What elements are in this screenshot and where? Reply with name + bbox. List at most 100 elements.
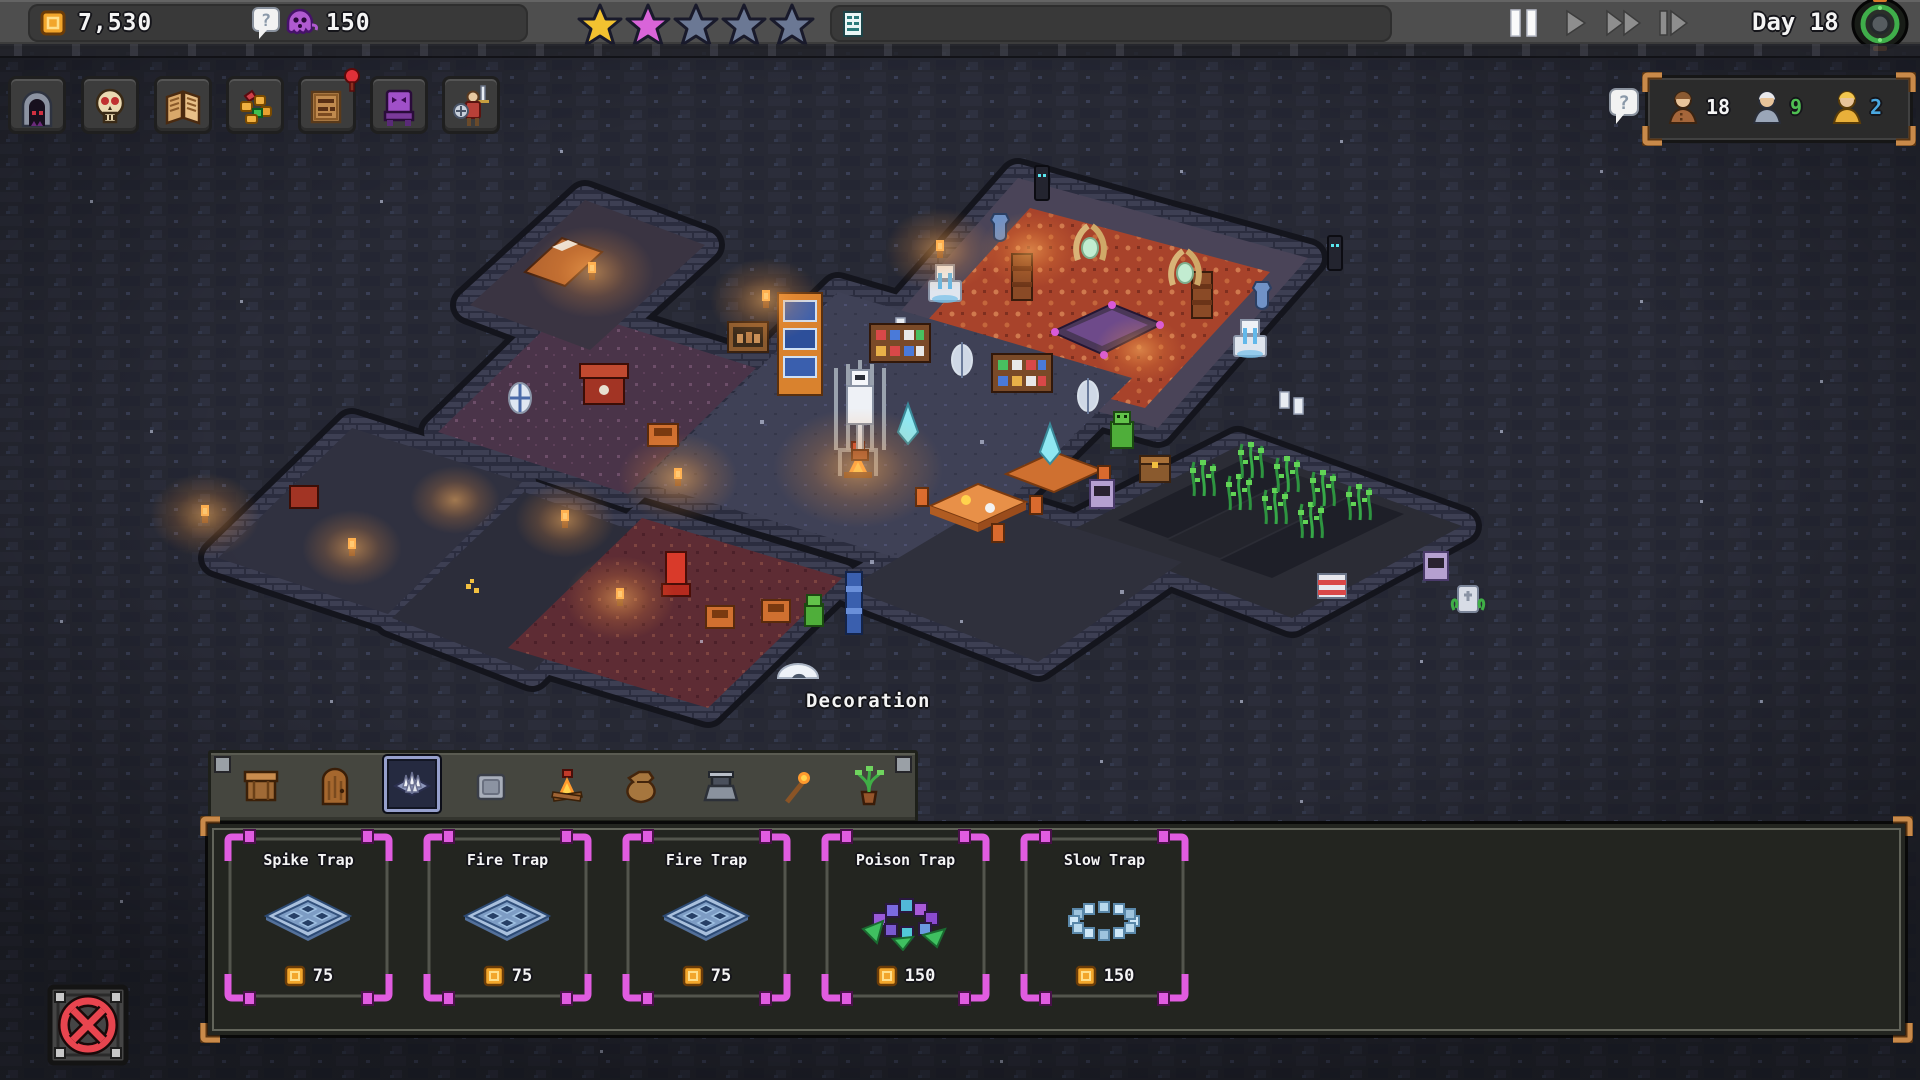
star-rating-1 (577, 3, 623, 47)
tabbar-end-cap (895, 756, 912, 773)
mana-ghost-icon (286, 8, 318, 35)
step-forward-icon (1659, 9, 1689, 37)
day-counter: Day 18 (1752, 8, 1839, 36)
build-item-card-fire-trap[interactable]: Fire Trap 75 (419, 829, 596, 1006)
tab-campfires[interactable] (539, 759, 595, 811)
book-icon (165, 89, 201, 125)
item-name: Slow Trap (1063, 851, 1146, 869)
gold-amount: 7,530 (78, 10, 153, 36)
dark-throne-icon (383, 89, 415, 126)
star-rating-3 (673, 3, 719, 47)
step-forward-button[interactable] (1657, 8, 1689, 41)
item-name: Fire Trap (665, 851, 748, 869)
star-rating-2 (625, 3, 671, 47)
gold-unit-count-group: 2 (1830, 89, 1882, 125)
objective-bar[interactable] (830, 5, 1392, 42)
decoration-plant-icon (855, 766, 884, 806)
build-menu-tabs (208, 750, 918, 823)
forge-icon (703, 771, 739, 802)
gold-coin-icon (682, 965, 703, 987)
loot-icon (240, 89, 272, 124)
toolbar-dungeon-gate-button[interactable] (8, 76, 66, 134)
elder-count: 9 (1790, 95, 1803, 119)
tab-torches[interactable] (767, 759, 823, 811)
population-panel: 18 9 2 (1642, 72, 1916, 146)
copper-corner (1642, 72, 1662, 92)
dungeon-rating (576, 2, 816, 47)
campfire-icon (551, 769, 583, 802)
trap-plate-icon (263, 893, 353, 941)
resource-panel: 7,530 ? 150 (28, 4, 528, 42)
tab-decorations[interactable] (841, 759, 897, 811)
torch-icon (785, 772, 810, 804)
item-name: Spike Trap (263, 851, 354, 869)
tabbar-end-cap (214, 756, 231, 773)
item-price: 75 (312, 966, 334, 986)
question-bubble-icon[interactable]: ? (1607, 86, 1641, 128)
spike-trap-tab-icon (392, 771, 432, 797)
build-item-card-slow-trap[interactable]: Slow Trap 150 (1016, 829, 1193, 1006)
item-price: 150 (1103, 966, 1135, 986)
gold-coin-icon (284, 965, 305, 987)
sack-icon (626, 770, 656, 804)
worker-count-group: 18 (1666, 89, 1730, 125)
poison-trap-icon (861, 898, 947, 952)
door-icon (321, 767, 349, 806)
gold-coin-icon (483, 965, 504, 987)
star-rating-4 (721, 3, 767, 47)
toolbar-minions-button[interactable] (81, 76, 139, 134)
item-price: 75 (511, 966, 533, 986)
toolbar-resources-button[interactable] (226, 76, 284, 134)
play-button[interactable] (1564, 8, 1588, 41)
gold-coin-icon (876, 965, 897, 987)
fast-forward-button[interactable] (1604, 8, 1644, 41)
pause-icon (1510, 9, 1537, 37)
elder-count-group: 9 (1750, 89, 1802, 125)
question-bubble-icon: ? (252, 7, 280, 39)
tab-sacks[interactable] (616, 759, 672, 811)
tab-doors[interactable] (307, 759, 363, 811)
gold-coin-icon (40, 10, 66, 36)
tab-pressure-plates[interactable] (463, 759, 519, 811)
top-bar-trim (0, 44, 1920, 58)
dungeon-gate-icon (21, 90, 53, 127)
pressure-plate-icon (476, 773, 506, 801)
tab-storage-crate[interactable] (233, 759, 289, 811)
gold-unit-count: 2 (1870, 95, 1883, 119)
mana-amount: 150 (326, 10, 371, 36)
build-item-card-fire-trap-2[interactable]: Fire Trap 75 (618, 829, 795, 1006)
toolbar-throne-button[interactable] (370, 76, 428, 134)
item-price: 150 (904, 966, 936, 986)
fast-forward-icon (1606, 9, 1642, 37)
cancel-button[interactable] (46, 983, 130, 1067)
elder-unit-icon (1752, 91, 1782, 124)
crate-icon (243, 770, 279, 802)
svg-text:?: ? (261, 11, 271, 31)
svg-text:?: ? (1618, 92, 1629, 114)
item-price: 75 (710, 966, 732, 986)
tab-tooltip: Decoration (806, 690, 931, 712)
cancel-x-icon (47, 984, 129, 1066)
objective-list-icon (843, 11, 863, 37)
tab-forges[interactable] (693, 759, 749, 811)
red-alert-pin-icon (344, 68, 360, 92)
toolbar-heroes-button[interactable] (442, 76, 500, 134)
build-item-card-spike-trap[interactable]: Spike Trap 75 (220, 829, 397, 1006)
toolbar-library-button[interactable] (154, 76, 212, 134)
hero-icon (453, 84, 489, 126)
star-rating-5 (769, 3, 815, 47)
worker-unit-icon (1668, 91, 1698, 124)
gold-unit-icon (1832, 91, 1862, 124)
gold-coin-icon (1075, 965, 1096, 987)
game-screen: Decoration 7,530 ? 150 Day 18 ? 18 9 2 S… (0, 0, 1920, 1080)
build-item-card-poison-trap[interactable]: Poison Trap 150 (817, 829, 994, 1006)
item-name: Fire Trap (466, 851, 549, 869)
toolbar-notices-button[interactable] (298, 68, 360, 134)
tab-traps[interactable] (382, 754, 442, 814)
trap-plate-icon (462, 893, 552, 941)
pause-button[interactable] (1507, 8, 1541, 41)
skull-icon (95, 88, 125, 123)
trap-plate-icon (661, 893, 751, 941)
worker-count: 18 (1706, 95, 1731, 119)
slow-trap-icon (1068, 901, 1140, 941)
